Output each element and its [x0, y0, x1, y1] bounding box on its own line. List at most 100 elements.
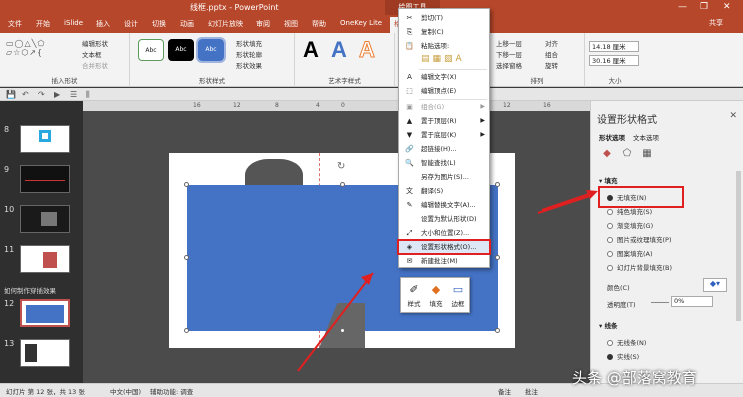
shapes-gallery[interactable]: ▭◯△╲⬠ ▱☆⬡↗{ — [6, 39, 76, 67]
fill-option-background[interactable]: 幻灯片背景填充(B) — [607, 262, 672, 272]
menu-format-shape[interactable]: ◈ 设置形状格式(O)... — [397, 239, 491, 255]
tab-design[interactable]: 设计 — [124, 19, 138, 29]
menu-edit-alt-text[interactable]: ✎ 编辑替换文字(A)... — [399, 199, 489, 211]
close-button[interactable]: ✕ — [723, 2, 731, 12]
tab-islide[interactable]: iSlide — [64, 19, 83, 27]
pane-close-icon[interactable]: ✕ — [729, 111, 737, 121]
shape-effects-button[interactable]: 形状效果 — [236, 60, 262, 70]
tab-help[interactable]: 帮助 — [312, 19, 326, 29]
slide-thumbnail[interactable] — [20, 245, 70, 273]
send-backward-button[interactable]: 下移一层 — [496, 49, 522, 59]
notes-button[interactable]: 备注 — [498, 386, 511, 396]
menu-set-default-shape[interactable]: 设置为默认形状(D) — [399, 213, 489, 225]
menu-bring-to-front[interactable]: ▲ 置于顶层(R) ▶ — [399, 115, 489, 127]
style-swatch-blue[interactable]: Abc — [196, 37, 226, 63]
mini-style-button[interactable]: ✐ 样式 — [404, 281, 424, 311]
tab-insert[interactable]: 插入 — [96, 19, 110, 29]
fill-option-picture[interactable]: 图片或纹理填充(P) — [607, 234, 672, 244]
mini-outline-button[interactable]: ▭ 边框 — [448, 281, 468, 311]
align-left-icon[interactable]: ☰ — [70, 90, 77, 99]
tab-review[interactable]: 审阅 — [256, 19, 270, 29]
menu-edit-text[interactable]: A 编辑文字(X) — [399, 71, 489, 83]
line-option-solid[interactable]: 实线(S) — [607, 351, 639, 361]
menu-translate[interactable]: 文翻译(S) — [399, 185, 489, 197]
shape-fill-button[interactable]: 形状填充 — [236, 38, 262, 48]
slide-thumbnail[interactable] — [20, 125, 70, 153]
fill-line-icon[interactable]: ◆ — [601, 148, 613, 160]
maximize-button[interactable]: ❐ — [700, 2, 708, 12]
shape-outline-button[interactable]: 形状轮廓 — [236, 49, 262, 59]
tab-transitions[interactable]: 切换 — [152, 19, 166, 29]
align-button[interactable]: 对齐 — [545, 38, 558, 48]
slide-thumbnail[interactable] — [20, 339, 70, 367]
section-label[interactable]: 如何制作穿插效果 — [4, 285, 56, 295]
height-field[interactable]: 14.18 厘米 — [589, 41, 639, 52]
slide-number: 10 — [4, 205, 15, 214]
tab-onekey[interactable]: OneKey Lite — [340, 19, 382, 27]
menu-edit-points[interactable]: ⬚ 编辑顶点(E) — [399, 85, 489, 97]
radio-icon — [607, 265, 613, 271]
tab-text-options[interactable]: 文本选项 — [633, 132, 659, 142]
group-icon: ▣ — [406, 103, 413, 111]
bring-forward-button[interactable]: 上移一层 — [496, 38, 522, 48]
merge-shapes-button[interactable]: 合并形状 — [82, 60, 108, 70]
slide-thumbnail-selected[interactable] — [20, 299, 70, 327]
fill-option-pattern[interactable]: 图案填充(A) — [607, 248, 653, 258]
textbox-button[interactable]: 文本框 — [82, 49, 102, 59]
language[interactable]: 中文(中国) — [110, 386, 141, 396]
paste-options-icons[interactable]: ▤▦▧A — [421, 54, 485, 66]
save-icon[interactable]: 💾 — [6, 90, 16, 99]
menu-group[interactable]: ▣ 组合(G) ▶ — [399, 101, 489, 113]
tab-view[interactable]: 视图 — [284, 19, 298, 29]
line-option-none[interactable]: 无线条(N) — [607, 337, 646, 347]
option-label: 图片或纹理填充(P) — [617, 236, 672, 244]
tab-home[interactable]: 开始 — [36, 19, 50, 29]
menu-copy[interactable]: ⎘ 复制(C) — [399, 26, 489, 38]
mini-fill-button[interactable]: ◆ 填充 — [426, 281, 446, 311]
slide-thumbnail[interactable] — [20, 165, 70, 193]
size-properties-icon[interactable]: ▦ — [641, 148, 653, 160]
fill-option-gradient[interactable]: 渐变填充(G) — [607, 220, 653, 230]
wordart-blue[interactable]: A — [331, 37, 347, 63]
accessibility-status[interactable]: 辅助功能: 调查 — [150, 386, 193, 396]
menu-label: 大小和位置(Z)... — [421, 229, 470, 237]
edit-points-icon: ⬚ — [406, 87, 413, 95]
distribute-icon[interactable]: ⫼ — [86, 90, 90, 100]
width-field[interactable]: 30.16 厘米 — [589, 55, 639, 66]
tab-file[interactable]: 文件 — [8, 19, 22, 29]
search-icon: 🔍 — [405, 159, 414, 167]
edit-shape-button[interactable]: 编辑形状 — [82, 38, 108, 48]
wordart-outline[interactable]: A — [359, 37, 376, 63]
menu-new-comment[interactable]: ✉ 新建批注(M) — [399, 255, 489, 267]
tab-shape-options[interactable]: 形状选项 — [599, 132, 625, 142]
menu-smart-lookup[interactable]: 🔍 智能查找(L) — [399, 157, 489, 169]
menu-size-position[interactable]: ⤢ 大小和位置(Z)... — [399, 227, 489, 239]
title-bar: 线框.pptx - PowerPoint 绘图工具 — ❐ ✕ — [0, 0, 743, 15]
transparency-input[interactable]: 0% — [671, 296, 713, 307]
menu-send-to-back[interactable]: ▼ 置于底层(K) ▶ — [399, 129, 489, 141]
wordart-black[interactable]: A — [303, 37, 319, 63]
redo-icon[interactable]: ↷ — [38, 90, 45, 99]
comments-button[interactable]: 批注 — [525, 386, 538, 396]
tab-animations[interactable]: 动画 — [180, 19, 194, 29]
color-picker-button[interactable]: ◆▾ — [703, 278, 727, 292]
start-slideshow-icon[interactable]: ▶ — [54, 90, 60, 99]
transparency-slider[interactable] — [651, 302, 669, 303]
style-swatch-black[interactable]: Abc — [168, 39, 194, 61]
line-section-header[interactable]: ▾ 线条 — [599, 320, 618, 330]
menu-hyperlink[interactable]: 🔗 超链接(H)... — [399, 143, 489, 155]
menu-cut[interactable]: ✂ 剪切(T) — [399, 12, 489, 24]
selection-pane-button[interactable]: 选择窗格 — [496, 60, 522, 70]
effects-icon[interactable]: ⬠ — [621, 148, 633, 160]
pane-scrollbar[interactable] — [736, 171, 741, 321]
slide-thumbnail[interactable] — [20, 205, 70, 233]
rotate-button[interactable]: 旋转 — [545, 60, 558, 70]
undo-icon[interactable]: ↶ — [22, 90, 29, 99]
tab-slideshow[interactable]: 幻灯片放映 — [208, 19, 243, 29]
menu-save-as-picture[interactable]: 另存为图片(S)... — [399, 171, 489, 183]
fill-section-header[interactable]: ▾ 填充 — [599, 175, 618, 185]
minimize-button[interactable]: — — [678, 2, 687, 12]
style-swatch-white[interactable]: Abc — [138, 39, 164, 61]
group-button[interactable]: 组合 — [545, 49, 558, 59]
share-button[interactable]: 共享 — [709, 18, 723, 28]
